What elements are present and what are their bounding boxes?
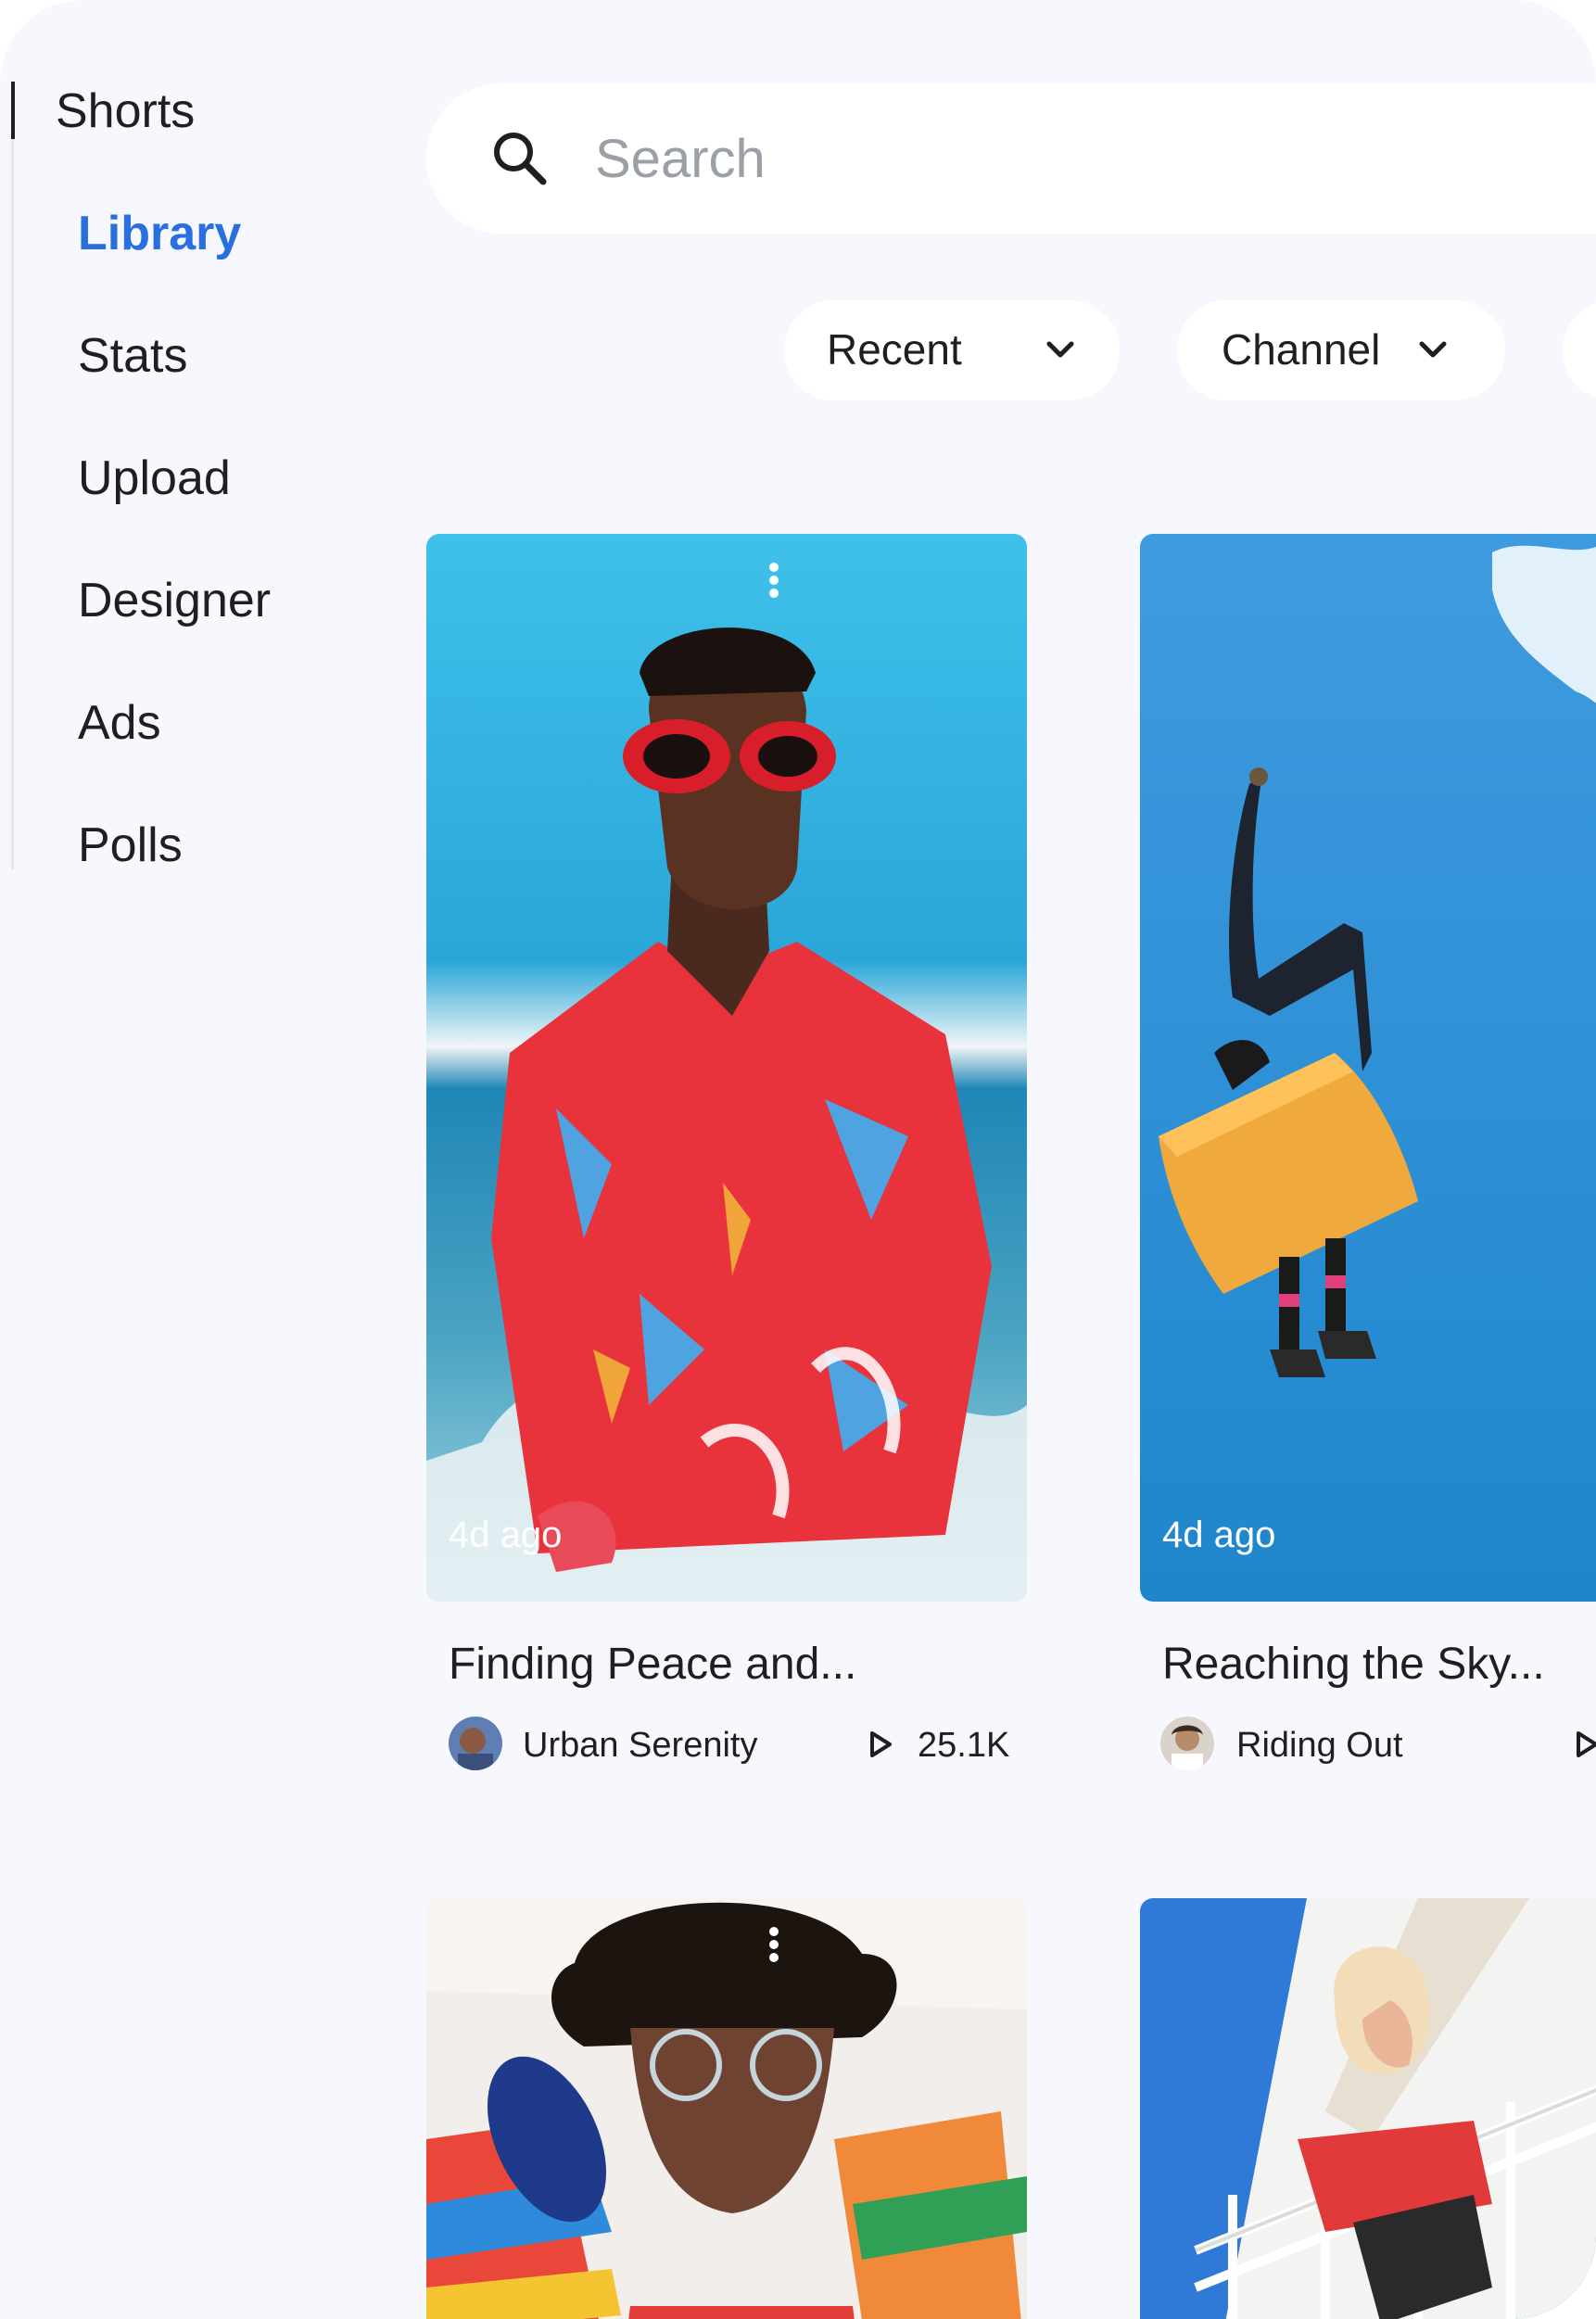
more-options-icon[interactable] (767, 1926, 780, 1963)
avatar[interactable] (449, 1717, 502, 1770)
filter-recent[interactable]: Recent (784, 300, 1120, 400)
thumbnail-image (1140, 534, 1596, 1602)
channel-name[interactable]: Urban Serenity (523, 1728, 757, 1763)
sidebar-item-library[interactable]: Library (78, 209, 241, 258)
video-thumbnail[interactable]: 4d ago (1140, 534, 1596, 1602)
play-icon (870, 1731, 892, 1757)
sidebar-item-stats[interactable]: Stats (78, 332, 188, 380)
filter-channel-label: Channel (1222, 325, 1381, 374)
more-options-icon[interactable] (767, 562, 780, 599)
thumbnail-image (426, 1898, 1027, 2319)
thumbnail-image (1140, 1898, 1596, 2319)
video-thumbnail[interactable] (1140, 1898, 1596, 2319)
sidebar-item-shorts[interactable]: Shorts (56, 87, 195, 135)
search-input[interactable] (593, 122, 1524, 195)
thumbnail-image (426, 534, 1027, 1602)
video-age: 4d ago (449, 1514, 563, 1555)
filter-channel[interactable]: Channel (1177, 300, 1505, 400)
sidebar-item-upload[interactable]: Upload (78, 454, 231, 502)
sidebar-rail (11, 82, 14, 869)
app-frame: Shorts Library Stats Upload Designer Ads… (0, 0, 1596, 2319)
chevron-down-icon (1046, 341, 1074, 358)
video-title[interactable]: Reaching the Sky... (1162, 1642, 1545, 1687)
avatar[interactable] (1160, 1717, 1214, 1770)
video-title[interactable]: Finding Peace and... (449, 1642, 856, 1687)
play-icon (1577, 1731, 1596, 1757)
view-count: 25.1K (918, 1726, 1010, 1765)
video-thumbnail[interactable]: 4d ago (426, 534, 1027, 1602)
video-age: 4d ago (1162, 1514, 1276, 1555)
filter-more[interactable] (1563, 300, 1596, 400)
sidebar-item-polls[interactable]: Polls (78, 821, 183, 869)
sidebar-item-ads[interactable]: Ads (78, 699, 161, 747)
search-icon[interactable] (489, 128, 549, 187)
sidebar-indicator (11, 82, 15, 139)
video-thumbnail[interactable] (426, 1898, 1027, 2319)
sidebar-item-designer[interactable]: Designer (78, 577, 271, 625)
chevron-down-icon (1419, 341, 1447, 358)
channel-name[interactable]: Riding Out (1236, 1728, 1403, 1763)
filter-recent-label: Recent (827, 325, 962, 374)
